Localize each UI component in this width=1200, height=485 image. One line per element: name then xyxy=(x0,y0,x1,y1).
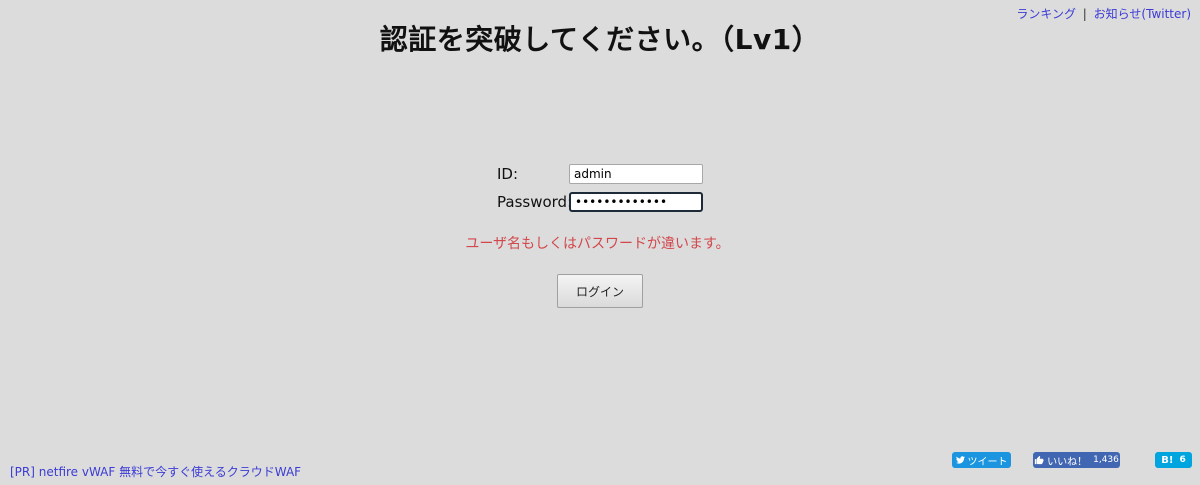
hatena-bookmark-button[interactable]: B! 6 xyxy=(1155,452,1192,468)
login-button[interactable]: ログイン xyxy=(557,274,643,308)
error-message: ユーザ名もしくはパスワードが違います。 xyxy=(465,236,730,252)
id-label: ID: xyxy=(497,165,519,183)
page-title: 認証を突破してください。（Lv1） xyxy=(379,23,821,56)
tweet-button[interactable]: ツイート xyxy=(952,452,1011,468)
thumbs-up-icon xyxy=(1034,455,1044,465)
login-form: ID: Password: xyxy=(497,160,703,216)
hatena-label: B! xyxy=(1161,454,1174,466)
like-label: いいね！ xyxy=(1047,456,1088,468)
password-label: Password: xyxy=(497,193,573,211)
tweet-label: ツイート xyxy=(967,456,1008,468)
id-row: ID: xyxy=(497,160,703,188)
hatena-count: 6 xyxy=(1179,455,1186,465)
password-input[interactable] xyxy=(569,192,703,212)
twitter-bird-icon xyxy=(955,456,965,464)
pr-link[interactable]: [PR] netfire vWAF 無料で今すぐ使えるクラウドWAF xyxy=(10,463,301,480)
id-input[interactable] xyxy=(569,164,703,184)
password-row: Password: xyxy=(497,188,703,216)
like-count: 1,436 xyxy=(1093,455,1119,465)
facebook-like-button[interactable]: いいね！ 1,436 xyxy=(1033,452,1120,468)
